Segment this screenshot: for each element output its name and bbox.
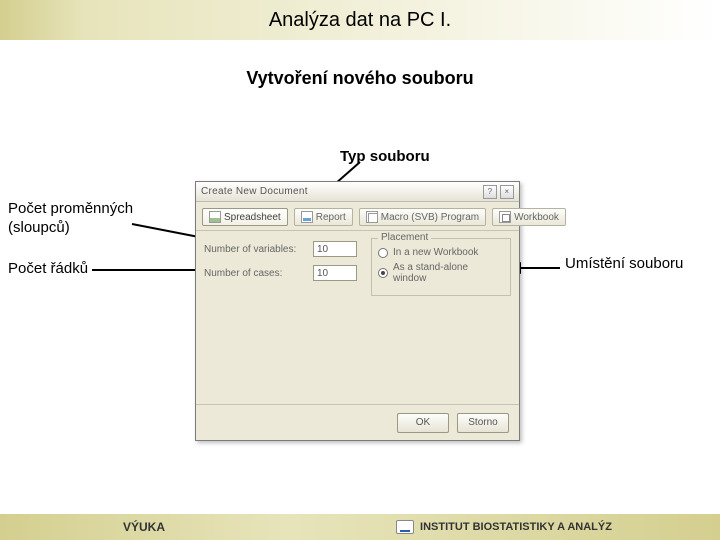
radio-label: In a new Workbook: [393, 247, 478, 258]
footer-left: VÝUKA: [0, 514, 288, 540]
report-icon: [301, 211, 313, 223]
annotation-file-type: Typ souboru: [340, 148, 430, 167]
annotation-placement: Umístění souboru: [565, 255, 683, 274]
tab-label: Workbook: [514, 212, 559, 223]
tab-macro[interactable]: Macro (SVB) Program: [359, 208, 486, 226]
variables-label: Number of variables:: [204, 244, 309, 255]
annotation-row-count: Počet řádků: [8, 260, 88, 279]
workbook-icon: [499, 211, 511, 223]
dialog-title: Create New Document: [201, 186, 308, 197]
variables-input[interactable]: [313, 241, 357, 257]
spreadsheet-icon: [209, 211, 221, 223]
page-title: Analýza dat na PC I.: [269, 9, 451, 32]
footer-right-text: INSTITUT BIOSTATISTIKY A ANALÝZ: [420, 521, 612, 533]
tab-label: Macro (SVB) Program: [381, 212, 479, 223]
titlebar-buttons: ? ×: [483, 185, 514, 199]
placement-option-standalone[interactable]: As a stand-alone window: [378, 262, 504, 284]
close-button[interactable]: ×: [500, 185, 514, 199]
radio-icon: [378, 248, 388, 258]
placement-group: Placement In a new Workbook As a stand-a…: [371, 238, 511, 296]
help-button[interactable]: ?: [483, 185, 497, 199]
placement-group-label: Placement: [378, 232, 431, 243]
footer-right: INSTITUT BIOSTATISTIKY A ANALÝZ: [288, 514, 720, 540]
tab-label: Report: [316, 212, 346, 223]
annotation-var-count: Počet proměnných (sloupců): [8, 200, 178, 238]
iba-logo-icon: [396, 520, 414, 534]
macro-icon: [366, 211, 378, 223]
cases-input[interactable]: [313, 265, 357, 281]
dialog-footer: OK Storno: [196, 404, 519, 440]
cancel-button[interactable]: Storno: [457, 413, 509, 433]
slide-header: Analýza dat na PC I.: [0, 0, 720, 40]
radio-label: As a stand-alone window: [393, 262, 504, 284]
tab-label: Spreadsheet: [224, 212, 281, 223]
tab-workbook[interactable]: Workbook: [492, 208, 566, 226]
ok-button[interactable]: OK: [397, 413, 449, 433]
slide-footer: VÝUKA INSTITUT BIOSTATISTIKY A ANALÝZ: [0, 514, 720, 540]
create-new-document-dialog: Create New Document ? × Spreadsheet Repo…: [195, 181, 520, 441]
slide-subtitle: Vytvoření nového souboru: [0, 68, 720, 89]
document-type-tabs: Spreadsheet Report Macro (SVB) Program W…: [196, 202, 519, 231]
tab-report[interactable]: Report: [294, 208, 353, 226]
radio-icon: [378, 268, 388, 278]
placement-option-workbook[interactable]: In a new Workbook: [378, 247, 504, 258]
dialog-titlebar: Create New Document ? ×: [196, 182, 519, 202]
tab-spreadsheet[interactable]: Spreadsheet: [202, 208, 288, 226]
cases-label: Number of cases:: [204, 268, 309, 279]
